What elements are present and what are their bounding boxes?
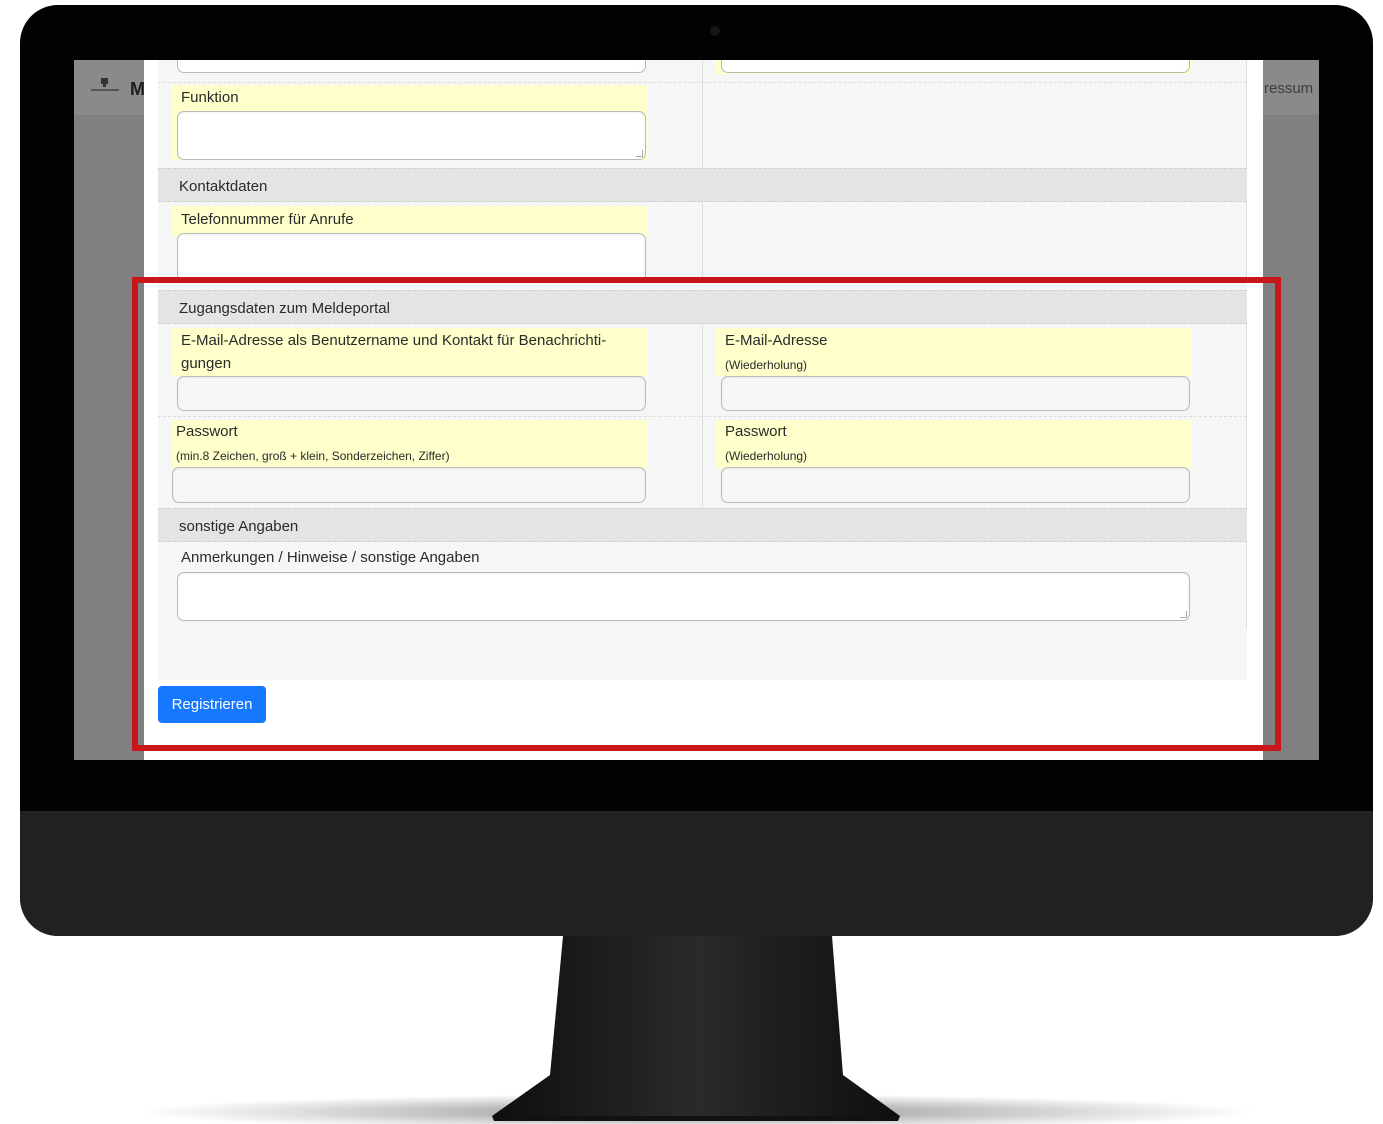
email-label-line2: gungen [181,355,232,372]
section-header-zugangsdaten: Zugangsdaten zum Meldeportal [158,290,1247,324]
screen: M ressum Funktion Kontaktdaten Telefonnu… [74,60,1319,760]
section-title: sonstige Angaben [179,518,299,535]
previous-field-left[interactable] [177,60,646,73]
monitor-chin [20,811,1373,936]
row-separator [158,82,1247,83]
register-button[interactable]: Registrieren [158,686,266,723]
row-separator [158,416,1247,417]
notes-label: Anmerkungen / Hinweise / sonstige Angabe… [181,549,480,566]
section-header-sonstige: sonstige Angaben [158,508,1247,542]
email-repeat-hint: (Wiederholung) [725,358,808,372]
site-logo-icon [91,78,119,91]
email-input[interactable] [177,376,646,411]
registration-form-panel: Funktion Kontaktdaten Telefonnummer für … [144,60,1263,760]
resize-grip-icon[interactable] [636,150,643,157]
password-repeat-label: Passwort [725,423,787,440]
webcam-dot [710,26,720,36]
password-hint: (min.8 Zeichen, groß + klein, Sonderzeic… [176,449,450,463]
telefon-input[interactable] [177,233,646,282]
column-divider [702,202,703,278]
funktion-label: Funktion [181,89,239,106]
section-title: Kontaktdaten [179,178,268,195]
password-repeat-hint: (Wiederholung) [725,449,808,463]
column-divider [1246,60,1247,168]
notes-textarea[interactable] [177,572,1190,621]
nav-link-impressum[interactable]: ressum [1264,80,1313,97]
telefon-label: Telefonnummer für Anrufe [181,211,354,228]
column-divider [702,60,703,168]
password-input[interactable] [172,467,646,503]
email-repeat-input[interactable] [721,376,1190,411]
section-title: Zugangsdaten zum Meldeportal [179,300,390,317]
column-divider [1246,542,1247,628]
password-label: Passwort [176,423,238,440]
brand-title[interactable]: M [130,79,145,100]
password-repeat-input[interactable] [721,467,1190,503]
section-header-kontaktdaten: Kontaktdaten [158,168,1247,202]
previous-field-right[interactable] [721,60,1190,73]
email-label-line1: E-Mail-Adresse als Benutzername und Kont… [181,332,607,349]
column-divider [1246,202,1247,278]
resize-grip-icon[interactable] [1180,611,1187,618]
funktion-input[interactable] [177,111,646,160]
monitor-frame: M ressum Funktion Kontaktdaten Telefonnu… [20,5,1373,936]
email-repeat-label: E-Mail-Adresse [725,332,828,349]
